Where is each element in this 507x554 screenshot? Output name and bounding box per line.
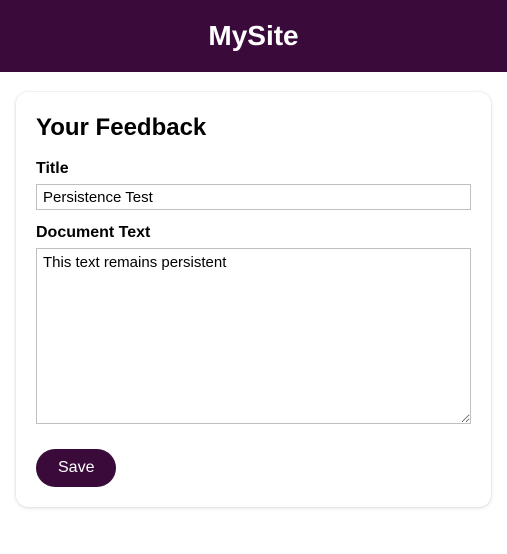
site-title: MySite: [208, 20, 298, 52]
feedback-card: Your Feedback Title Document Text This t…: [16, 92, 491, 507]
document-text-input[interactable]: This text remains persistent: [36, 248, 471, 424]
save-button[interactable]: Save: [36, 449, 116, 487]
title-input[interactable]: [36, 184, 471, 210]
title-label: Title: [36, 160, 471, 178]
document-text-group: Document Text This text remains persiste…: [36, 224, 471, 429]
site-header: MySite: [0, 0, 507, 72]
form-heading: Your Feedback: [36, 114, 471, 142]
page-content: Your Feedback Title Document Text This t…: [0, 72, 507, 507]
title-group: Title: [36, 160, 471, 210]
document-text-label: Document Text: [36, 224, 471, 242]
